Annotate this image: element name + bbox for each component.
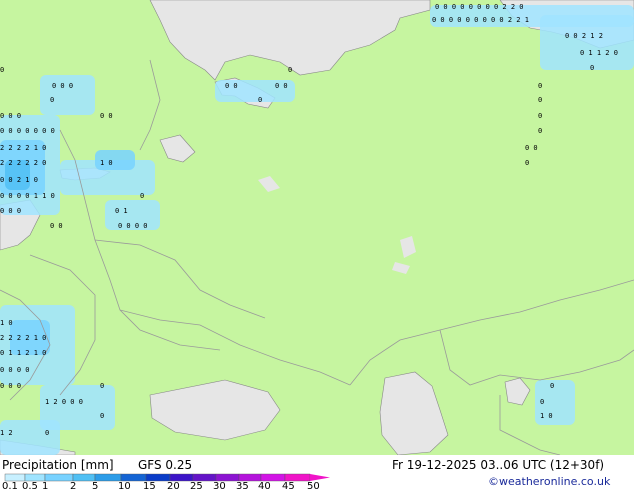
color-scale-arrow [310, 474, 330, 481]
precip-value-row: 0 0 0 [52, 82, 73, 90]
color-scale-swatch [260, 473, 286, 482]
color-scale-label: 10 [118, 481, 131, 490]
color-scale-label: 5 [92, 481, 98, 490]
precip-value-row: 0 0 0 [0, 382, 21, 390]
color-scale-label: 30 [213, 481, 226, 490]
precip-value-row: 1 0 [540, 412, 553, 420]
color-scale-label: 25 [190, 481, 203, 490]
precip-value-row: 0 [258, 96, 262, 104]
legend-title: Precipitation [mm] [2, 458, 114, 472]
color-scale-bar [4, 473, 330, 482]
precipitation-map: 0 0 0 0 0 0 0 0 2 2 0 0 0 0 0 0 0 0 0 0 2… [0, 0, 634, 455]
precip-value-row: 0 0 0 0 [0, 366, 30, 374]
precip-value-row: 0 0 [525, 144, 538, 152]
precip-value-row: 1 0 [100, 159, 113, 167]
precip-value-row: 1 2 0 0 0 [45, 398, 83, 406]
precip-value-row: 2 2 2 2 1 0 [0, 144, 46, 152]
precip-value-row: 0 0 0 [0, 207, 21, 215]
precip-value-row: 0 0 0 0 1 1 0 [0, 192, 55, 200]
precip-value-row: 0 [538, 112, 542, 120]
precip-value-row: 0 [538, 82, 542, 90]
precip-value-row: 2 2 2 2 1 0 [0, 334, 46, 342]
precip-cell [40, 75, 95, 115]
precip-value-row: 0 [540, 398, 544, 406]
precip-value-row: 0 0 2 1 0 [0, 176, 38, 184]
precip-value-row: 0 [525, 159, 529, 167]
precip-value-row: 0 0 0 0 0 0 0 0 0 2 2 1 [432, 16, 529, 24]
color-scale-swatch [4, 473, 26, 482]
color-scale-swatch [72, 473, 96, 482]
color-scale-label: 2 [70, 481, 76, 490]
precip-value-row: 0 0 [275, 82, 288, 90]
precip-value-row: 0 0 0 0 0 0 0 [0, 127, 55, 135]
model-label: GFS 0.25 [138, 458, 193, 472]
color-scale-swatch [192, 473, 217, 482]
precip-value-row: 0 1 1 2 1 0 [0, 349, 46, 357]
precip-value-row: 0 [288, 66, 292, 74]
weather-map-page: 0 0 0 0 0 0 0 0 2 2 0 0 0 0 0 0 0 0 0 0 2… [0, 0, 634, 490]
color-scale-swatch [238, 473, 262, 482]
color-scale-ticks: 0.1 0.5 1 2 5 10 15 20 25 30 35 40 45 50 [2, 481, 320, 490]
precip-value-row: 0 0 [50, 222, 63, 230]
color-scale-label: 20 [167, 481, 180, 490]
color-scale-swatch [145, 473, 171, 482]
precip-value-row: 0 1 [115, 207, 128, 215]
precip-value-row: 0 [550, 382, 554, 390]
color-scale-label: 0.1 [2, 481, 18, 490]
precip-value-row: 0 0 [100, 112, 113, 120]
precip-value-row: 0 [140, 192, 144, 200]
color-scale-label: 45 [282, 481, 295, 490]
color-scale-label: 50 [307, 481, 320, 490]
color-scale-swatch [94, 473, 122, 482]
precip-value-row: 0 0 [225, 82, 238, 90]
precip-value-row: 0 0 0 [0, 112, 21, 120]
precip-value-row: 0 [590, 64, 594, 72]
color-scale-swatch [120, 473, 147, 482]
precip-value-row: 0 0 2 1 2 [565, 32, 603, 40]
legend-footer: Precipitation [mm] GFS 0.25 Fr 19-12-202… [0, 455, 634, 490]
precip-cell [0, 420, 60, 455]
precip-value-row: 0 [100, 382, 104, 390]
precip-value-row: 0 0 0 0 0 0 0 0 2 2 0 [435, 3, 524, 11]
precip-value-row: 0 0 0 0 [118, 222, 148, 230]
color-scale-swatch [215, 473, 240, 482]
precip-value-row: 0 [100, 412, 104, 420]
color-scale-swatch [44, 473, 74, 482]
datetime-label: Fr 19-12-2025 03..06 UTC (12+30f) [392, 458, 605, 472]
color-scale-swatch [169, 473, 194, 482]
precip-value-row: 0 [538, 96, 542, 104]
color-scale-label: 1 [42, 481, 48, 490]
precip-value-row: 0 [538, 127, 542, 135]
precip-value-row: 0 1 1 2 0 [580, 49, 618, 57]
color-scale-label: 40 [258, 481, 271, 490]
precip-value-row: 0 [50, 96, 54, 104]
precip-value-row: 1 2 [0, 429, 13, 437]
color-scale: 0.1 0.5 1 2 5 10 15 20 25 30 35 40 45 50 [2, 473, 330, 490]
precip-cell [540, 15, 634, 70]
precip-value-row: 0 [45, 429, 49, 437]
precip-value-row: 0 [0, 66, 4, 74]
color-scale-label: 0.5 [22, 481, 38, 490]
color-scale-swatch [284, 473, 311, 482]
color-scale-swatch [24, 473, 46, 482]
precip-value-row: 1 0 [0, 319, 13, 327]
color-scale-label: 35 [236, 481, 249, 490]
precip-value-row: 2 2 2 2 2 0 [0, 159, 46, 167]
color-scale-label: 15 [143, 481, 156, 490]
